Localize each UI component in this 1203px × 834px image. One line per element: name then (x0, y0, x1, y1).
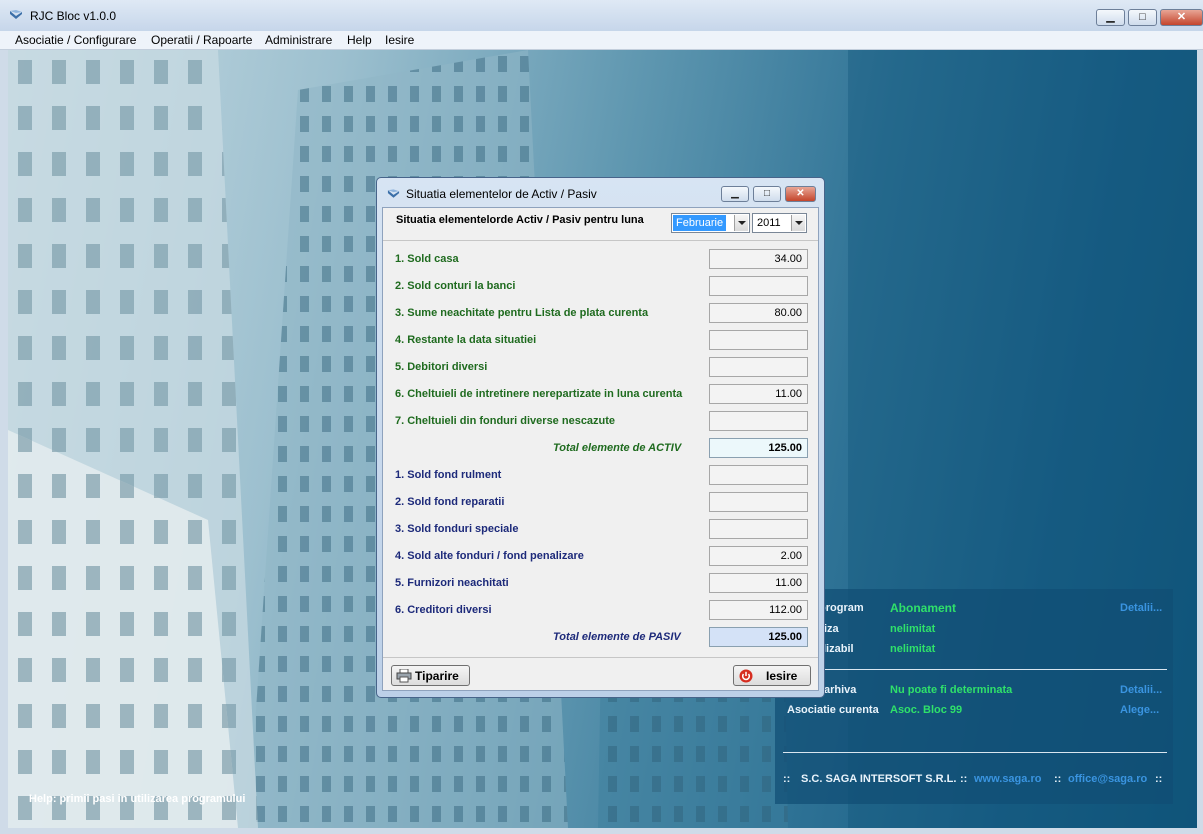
help-link[interactable]: Help: primii pasi in utilizarea programu… (29, 793, 245, 805)
info-utilizabil-label: lizabil (823, 643, 854, 655)
footer-separator: :: (1155, 773, 1163, 785)
pasiv-field-fond-reparatii[interactable] (709, 492, 808, 512)
power-icon (739, 669, 753, 683)
activ-label-cheltuieli-intretinere: 6. Cheltuieli de intretinere nerepartiza… (395, 388, 683, 400)
activ-field-sold-conturi[interactable] (709, 276, 808, 296)
divider (383, 240, 818, 241)
activ-field-sume-neachitate[interactable]: 80.00 (709, 303, 808, 323)
pasiv-field-furnizori[interactable]: 11.00 (709, 573, 808, 593)
dialog-body: Situatia elementelorde Activ / Pasiv pen… (382, 207, 819, 691)
window-titlebar: RJC Bloc v1.0.0 ▁ □ ✕ (0, 0, 1203, 32)
total-activ-label: Total elemente de ACTIV (553, 442, 682, 454)
info-arhiva-value: Nu poate fi determinata (890, 684, 1013, 696)
close-button[interactable]: ✕ (1160, 9, 1203, 26)
activ-pasiv-dialog: Situatia elementelor de Activ / Pasiv ▁ … (376, 177, 825, 698)
pasiv-label-fond-rulment: 1. Sold fond rulment (395, 469, 502, 481)
activ-field-restante[interactable] (709, 330, 808, 350)
total-pasiv-label: Total elemente de PASIV (553, 631, 681, 643)
info-licenta-label: iza (824, 623, 839, 635)
dialog-close-button[interactable]: ✕ (785, 186, 816, 202)
info-program-value: Abonament (890, 601, 956, 615)
menu-operatii[interactable]: Operatii / Rapoarte (151, 33, 252, 47)
maximize-button[interactable]: □ (1128, 9, 1157, 26)
activ-label-cheltuieli-fonduri: 7. Cheltuieli din fonduri diverse nescaz… (395, 415, 616, 427)
info-licenta-value: nelimitat (890, 623, 936, 635)
exit-button-label: Iesire (766, 669, 798, 683)
info-arhiva-label: arhiva (824, 684, 857, 696)
info-program-label: program (819, 602, 864, 614)
info-panel: program Abonament Detalii... iza nelimit… (775, 589, 1173, 804)
activ-field-debitori[interactable] (709, 357, 808, 377)
menu-asociatie[interactable]: Asociatie / Configurare (15, 33, 136, 47)
pasiv-field-fonduri-speciale[interactable] (709, 519, 808, 539)
printer-icon (396, 669, 412, 683)
divider (383, 657, 818, 658)
footer-separator: :: (960, 773, 968, 785)
total-activ-field: 125.00 (709, 438, 808, 458)
total-pasiv-field: 125.00 (709, 627, 808, 647)
info-divider (783, 669, 1167, 670)
menu-administrare[interactable]: Administrare (265, 33, 332, 47)
month-value: Februarie (673, 215, 727, 231)
dialog-title: Situatia elementelor de Activ / Pasiv (406, 187, 597, 201)
pasiv-field-creditori[interactable]: 112.00 (709, 600, 808, 620)
menu-bar: Asociatie / Configurare Operatii / Rapoa… (0, 31, 1203, 50)
activ-label-sold-casa: 1. Sold casa (395, 253, 459, 265)
pasiv-field-alte-fonduri[interactable]: 2.00 (709, 546, 808, 566)
menu-help[interactable]: Help (347, 33, 372, 47)
footer-company: S.C. SAGA INTERSOFT S.R.L. (801, 773, 957, 785)
chevron-down-icon[interactable] (791, 215, 805, 231)
info-asociatie-label: Asociatie curenta (787, 704, 879, 716)
pasiv-label-fond-reparatii: 2. Sold fond reparatii (395, 496, 505, 508)
footer-website-link[interactable]: www.saga.ro (974, 773, 1041, 785)
info-divider (783, 752, 1167, 753)
dialog-icon (387, 189, 400, 198)
activ-field-cheltuieli-fonduri[interactable] (709, 411, 808, 431)
activ-field-sold-casa[interactable]: 34.00 (709, 249, 808, 269)
info-program-details-link[interactable]: Detalii... (1120, 602, 1162, 614)
footer-email-link[interactable]: office@saga.ro (1068, 773, 1147, 785)
pasiv-label-alte-fonduri: 4. Sold alte fonduri / fond penalizare (395, 550, 584, 562)
year-select[interactable]: 2011 (752, 213, 807, 233)
info-utilizabil-value: nelimitat (890, 643, 936, 655)
period-label: Situatia elementelorde Activ / Pasiv pen… (396, 214, 644, 226)
pasiv-label-fonduri-speciale: 3. Sold fonduri speciale (395, 523, 519, 535)
window-title: RJC Bloc v1.0.0 (30, 9, 117, 23)
info-arhiva-details-link[interactable]: Detalii... (1120, 684, 1162, 696)
activ-label-sold-conturi: 2. Sold conturi la banci (395, 280, 516, 292)
footer-separator: :: (1054, 773, 1062, 785)
pasiv-field-fond-rulment[interactable] (709, 465, 808, 485)
pasiv-label-creditori: 6. Creditori diversi (395, 604, 492, 616)
year-value: 2011 (757, 217, 781, 229)
pasiv-label-furnizori: 5. Furnizori neachitati (395, 577, 509, 589)
activ-label-restante: 4. Restante la data situatiei (395, 334, 537, 346)
activ-label-sume-neachitate: 3. Sume neachitate pentru Lista de plata… (395, 307, 649, 319)
minimize-button[interactable]: ▁ (1096, 9, 1125, 26)
footer-separator: :: (783, 773, 791, 785)
info-asociatie-value: Asoc. Bloc 99 (890, 704, 963, 716)
dialog-maximize-button[interactable]: □ (753, 186, 781, 202)
app-icon (10, 10, 22, 19)
activ-label-debitori: 5. Debitori diversi (395, 361, 488, 373)
chevron-down-icon[interactable] (734, 215, 748, 231)
menu-iesire[interactable]: Iesire (385, 33, 414, 47)
print-button-label: Tiparire (415, 669, 459, 683)
activ-field-cheltuieli-intretinere[interactable]: 11.00 (709, 384, 808, 404)
info-asociatie-choose-link[interactable]: Alege... (1120, 704, 1159, 716)
exit-button[interactable]: Iesire (733, 665, 811, 686)
dialog-minimize-button[interactable]: ▁ (721, 186, 749, 202)
print-button[interactable]: Tiparire (391, 665, 470, 686)
month-select[interactable]: Februarie (671, 213, 750, 233)
